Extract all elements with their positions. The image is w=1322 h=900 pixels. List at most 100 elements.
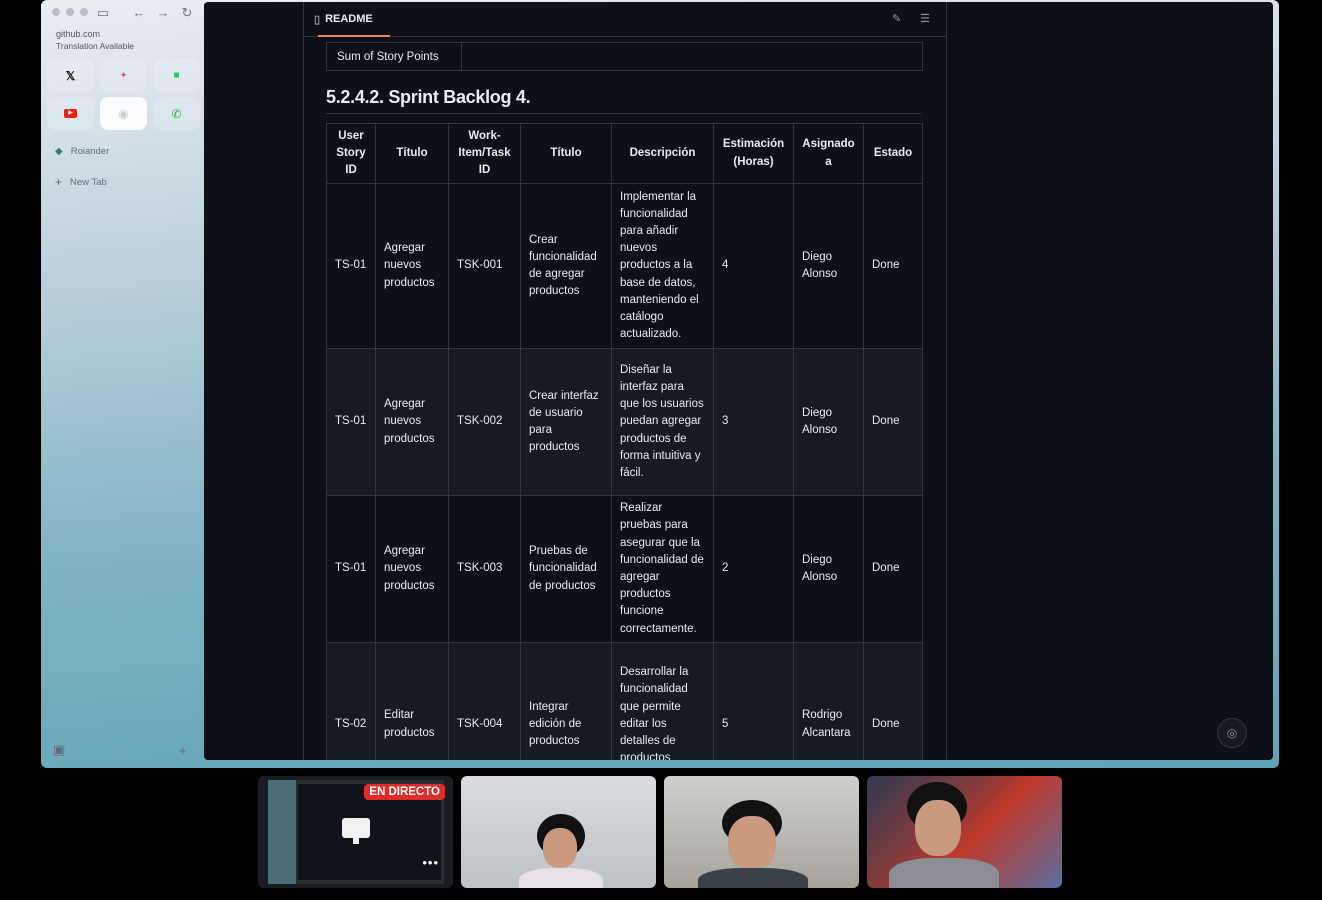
- column-header: Estimación (Horas): [713, 123, 794, 184]
- status-cell: Done: [863, 348, 923, 496]
- book-icon: ▯: [314, 13, 321, 26]
- column-header: User Story ID: [326, 123, 376, 184]
- favorite-youtube[interactable]: ▶: [47, 97, 94, 130]
- task-id-cell: TSK-001: [448, 183, 521, 349]
- previous-table-row: Sum of Story Points: [326, 42, 923, 71]
- sum-of-story-points-label: Sum of Story Points: [327, 43, 462, 70]
- story-title-cell: Editar productos: [375, 642, 449, 760]
- column-header: Título: [375, 123, 449, 184]
- story-id-cell: TS-02: [326, 642, 376, 760]
- table-row: TS-01 Agregar nuevos productos TSK-003 P…: [326, 495, 923, 643]
- favorites-grid: 𝕏 ✦ ■ ▶ ◉ ✆: [47, 59, 200, 130]
- back-arrow-icon[interactable]: ←: [131, 5, 147, 21]
- description-cell: Implementar la funcionalidad para añadir…: [611, 183, 714, 349]
- story-id-cell: TS-01: [326, 495, 376, 643]
- participant-video-tile[interactable]: [664, 776, 859, 888]
- participant-body: [698, 868, 808, 888]
- screen-share-icon-stand: [353, 838, 359, 844]
- description-cell: Realizar pruebas para asegurar que la fu…: [611, 495, 714, 643]
- description-cell: Desarrollar la funcionalidad que permite…: [611, 642, 714, 760]
- new-tab-button[interactable]: + New Tab: [55, 175, 107, 189]
- story-title-cell: Agregar nuevos productos: [375, 495, 449, 643]
- readme-panel: ▯ README ✎ ☰ Sum of Story Points 5.2.4.2…: [303, 2, 947, 760]
- sidebar-tab-label: Roiander: [70, 146, 110, 157]
- copilot-icon: ◎: [1226, 726, 1238, 740]
- shared-screen: ▭ ← → ↻ github.com Translation Available…: [41, 0, 1279, 768]
- estimate-cell: 3: [713, 348, 794, 496]
- sprint-backlog-table: User Story ID Título Work-Item/Task ID T…: [326, 123, 923, 760]
- story-id-cell: TS-01: [326, 348, 376, 496]
- whatsapp-icon: ✆: [171, 106, 182, 121]
- sidebar-tab[interactable]: ◆ Roiander: [55, 146, 109, 157]
- translation-notice[interactable]: Translation Available: [56, 41, 134, 51]
- pencil-icon[interactable]: ✎: [892, 12, 901, 25]
- assignee-cell: Diego Alonso: [793, 495, 864, 643]
- minimize-window-button[interactable]: [66, 8, 74, 16]
- readme-toolbar: ▯ README ✎ ☰: [304, 2, 946, 37]
- status-cell: Done: [863, 642, 923, 760]
- task-id-cell: TSK-002: [448, 348, 521, 496]
- copilot-button[interactable]: ◎: [1217, 718, 1247, 748]
- participant-body: [889, 858, 999, 888]
- close-window-button[interactable]: [52, 8, 60, 16]
- estimate-cell: 2: [713, 495, 794, 643]
- assignee-cell: Diego Alonso: [793, 183, 864, 349]
- task-title-cell: Pruebas de funcionalidad de productos: [520, 495, 612, 643]
- task-title-cell: Crear funcionalidad de agregar productos: [520, 183, 612, 349]
- zoom-window-button[interactable]: [80, 8, 88, 16]
- google-icon: ✦: [119, 70, 128, 80]
- participant-face: [543, 828, 577, 868]
- new-tab-label: New Tab: [70, 176, 107, 188]
- assignee-cell: Rodrigo Alcantara: [793, 642, 864, 760]
- participant-video-tile[interactable]: [461, 776, 656, 888]
- task-id-cell: TSK-004: [448, 642, 521, 760]
- more-options-icon[interactable]: •••: [422, 855, 439, 870]
- add-space-icon[interactable]: +: [179, 743, 187, 758]
- status-cell: Done: [863, 183, 923, 349]
- reload-icon[interactable]: ↻: [179, 5, 195, 21]
- x-icon: 𝕏: [65, 68, 76, 83]
- status-cell: Done: [863, 495, 923, 643]
- column-header: Estado: [863, 123, 923, 184]
- favorite-whatsapp[interactable]: ✆: [153, 97, 200, 130]
- table-header-row: User Story ID Título Work-Item/Task ID T…: [326, 123, 923, 184]
- column-header: Work-Item/Task ID: [448, 123, 521, 184]
- favorite-green-app[interactable]: ■: [153, 59, 200, 92]
- archive-icon[interactable]: ▣: [53, 742, 65, 758]
- address-url: github.com: [56, 29, 101, 39]
- table-row: TS-02 Editar productos TSK-004 Integrar …: [326, 642, 923, 760]
- tab-favicon-icon: ◆: [55, 146, 63, 157]
- estimate-cell: 5: [713, 642, 794, 760]
- participant-body: [519, 868, 603, 888]
- section-heading: 5.2.4.2. Sprint Backlog 4.: [326, 87, 531, 107]
- story-title-cell: Agregar nuevos productos: [375, 183, 449, 349]
- screen-share-tile[interactable]: EN DIRECTO •••: [258, 776, 453, 888]
- participant-face: [728, 816, 776, 870]
- live-badge: EN DIRECTO: [364, 784, 445, 800]
- column-header: Asignado a: [793, 123, 864, 184]
- thumbnail-sidebar: [268, 780, 296, 884]
- address-bar[interactable]: github.com Translation Available: [49, 26, 197, 52]
- participant-face: [915, 800, 961, 856]
- table-row: TS-01 Agregar nuevos productos TSK-001 C…: [326, 183, 923, 349]
- story-id-cell: TS-01: [326, 183, 376, 349]
- participant-video-tile[interactable]: [867, 776, 1062, 888]
- favorite-google[interactable]: ✦: [100, 59, 147, 92]
- window-controls[interactable]: [52, 8, 88, 16]
- readme-tab-label: README: [325, 13, 373, 25]
- estimate-cell: 4: [713, 183, 794, 349]
- column-header: Título: [520, 123, 612, 184]
- readme-tab[interactable]: ▯ README: [314, 2, 390, 37]
- green-app-icon: ■: [173, 70, 180, 81]
- task-title-cell: Crear interfaz de usuario para productos: [520, 348, 612, 496]
- assignee-cell: Diego Alonso: [793, 348, 864, 496]
- table-row: TS-01 Agregar nuevos productos TSK-002 C…: [326, 348, 923, 496]
- active-tab-indicator: [318, 35, 390, 37]
- favorite-github[interactable]: ◉: [100, 97, 147, 130]
- favorite-x[interactable]: 𝕏: [47, 59, 94, 92]
- github-icon: ◉: [118, 106, 129, 121]
- sidebar-toggle-icon[interactable]: ▭: [95, 5, 111, 21]
- forward-arrow-icon[interactable]: →: [155, 5, 171, 21]
- column-header: Descripción: [611, 123, 714, 184]
- outline-list-icon[interactable]: ☰: [920, 12, 930, 25]
